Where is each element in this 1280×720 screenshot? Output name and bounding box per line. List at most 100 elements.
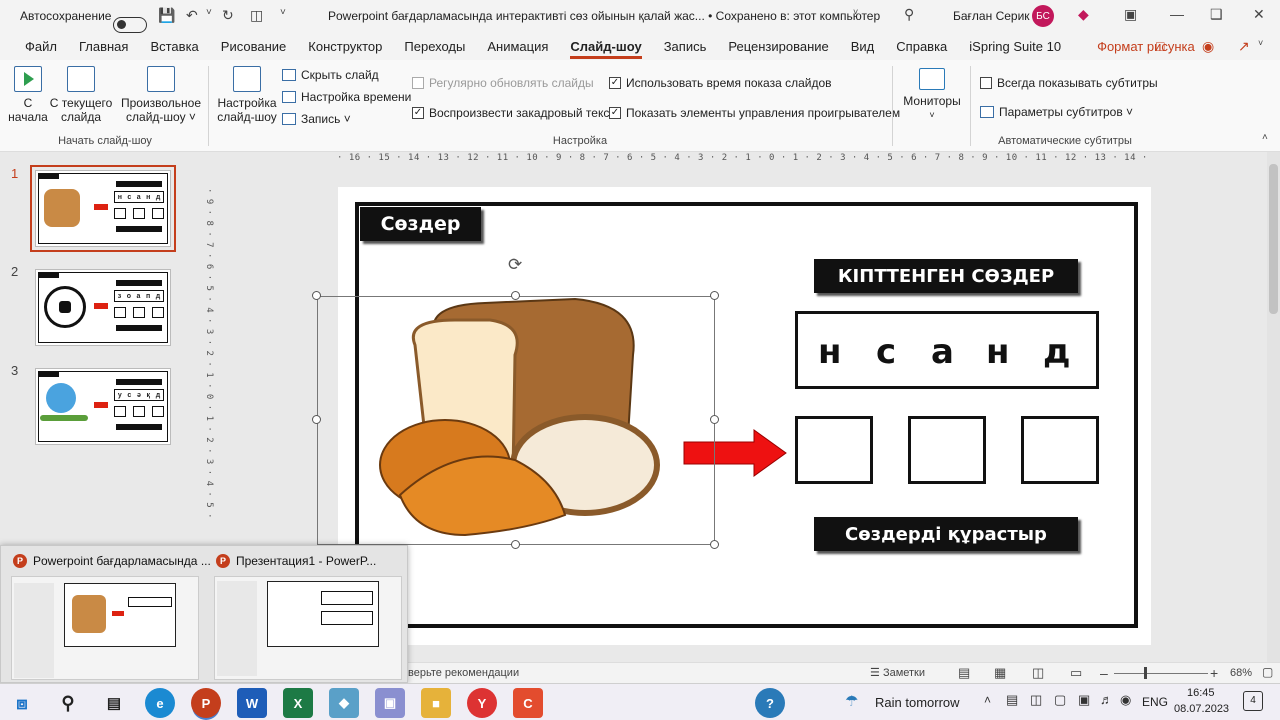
search-icon[interactable]: ⚲ (904, 6, 914, 23)
tab-3[interactable]: Вставка (139, 33, 209, 60)
rotate-handle-icon[interactable]: ⟳ (508, 255, 522, 275)
hide-slide-button[interactable]: Скрыть слайд (282, 68, 379, 82)
always-subtitles-checkbox[interactable]: Всегда показывать субтитры (980, 76, 1158, 90)
zoom-level[interactable]: 68% (1230, 667, 1252, 679)
tab-4[interactable]: Рисование (210, 33, 297, 60)
chevron-up-icon[interactable]: ˄ (984, 693, 991, 707)
speaker-icon[interactable]: ♬ (1100, 692, 1113, 707)
slide-header[interactable]: КІПТТЕНГЕН СӨЗДЕР (814, 259, 1078, 293)
tab-14[interactable]: Формат рисунка (1086, 33, 1206, 60)
play-narration-checkbox[interactable]: ✓ Воспроизвести закадровый текст (412, 106, 615, 120)
share-dropdown-icon[interactable]: ˅ (1258, 38, 1263, 48)
preview-window-1[interactable]: P Powerpoint бағдарламасында ... (1, 546, 211, 684)
answer-box-3[interactable] (1021, 416, 1099, 484)
rehearse-timings-button[interactable]: Настройка времени (282, 90, 411, 104)
clock-date[interactable]: 08.07.2023 (1174, 703, 1229, 715)
zoom-in-icon[interactable]: + (1210, 665, 1218, 681)
help-icon[interactable]: ? (755, 688, 785, 718)
weather-icon[interactable]: ☂ (845, 692, 858, 710)
task-view-icon[interactable]: ▤ (99, 688, 129, 718)
normal-view-icon[interactable]: ▤ (958, 665, 970, 681)
slideshow-view-icon[interactable]: ▭ (1070, 665, 1082, 681)
slide-thumbnail-1[interactable]: нсанд (30, 165, 176, 252)
custom-show-button[interactable]: Произвольное слайд-шоу ˅ (120, 66, 202, 124)
comments-icon[interactable]: □ (1156, 38, 1164, 54)
slide-title-tag[interactable]: Сөздер (360, 207, 481, 241)
resize-handle[interactable] (710, 540, 719, 549)
tab-7[interactable]: Анимация (476, 33, 559, 60)
answer-box-2[interactable] (908, 416, 986, 484)
avatar[interactable]: БС (1032, 5, 1054, 27)
picture-selection-box[interactable] (317, 296, 715, 545)
app-icon[interactable]: C (513, 688, 543, 718)
reading-view-icon[interactable]: ◫ (1032, 665, 1044, 681)
tab-5[interactable]: Конструктор (297, 33, 393, 60)
tray-icon[interactable]: ▢ (1054, 692, 1066, 708)
windows-start-icon[interactable]: ⧈ (7, 688, 37, 718)
tab-1[interactable]: Файл (14, 33, 68, 60)
horizontal-ruler[interactable]: · 16 · 15 · 14 · 13 · 12 · 11 · 10 · 9 ·… (337, 153, 1152, 168)
language-indicator[interactable]: ENG (1142, 695, 1168, 709)
word-icon[interactable]: W (237, 688, 267, 718)
app-icon[interactable]: ◆ (329, 688, 359, 718)
undo-icon[interactable]: ↶ (186, 7, 198, 24)
record-button[interactable]: Запись ˅ (282, 112, 351, 126)
answer-box-1[interactable] (795, 416, 873, 484)
tray-icon[interactable]: ◫ (1030, 692, 1042, 708)
premium-icon[interactable]: ◆ (1078, 6, 1089, 23)
tab-10[interactable]: Рецензирование (717, 33, 839, 60)
resize-handle[interactable] (312, 415, 321, 424)
from-current-button[interactable]: С текущего слайда (48, 66, 114, 124)
undo-dropdown-icon[interactable]: ˅ (206, 7, 212, 18)
search-taskbar-icon[interactable]: ⚲ (53, 688, 83, 718)
minimize-icon[interactable]: — (1170, 6, 1184, 22)
tab-11[interactable]: Вид (840, 33, 886, 60)
user-name[interactable]: Бағлан Серик (953, 9, 1030, 23)
scrollbar-thumb[interactable] (1269, 164, 1278, 314)
slide-thumbnail-3[interactable]: усәқд (35, 368, 171, 445)
powerpoint-taskbar-icon[interactable]: P (191, 688, 221, 718)
share-icon[interactable]: ↗ (1238, 38, 1250, 55)
customize-toolbar-icon[interactable]: ˅ (280, 7, 286, 18)
edge-icon[interactable]: e (145, 688, 175, 718)
ribbon-display-icon[interactable]: ▣ (1124, 6, 1137, 23)
setup-show-button[interactable]: Настройка слайд-шоу (216, 66, 278, 124)
maximize-icon[interactable]: ❑ (1210, 6, 1223, 23)
record-icon[interactable]: ◉ (1202, 38, 1214, 55)
resize-handle[interactable] (710, 415, 719, 424)
subtitle-settings-button[interactable]: Параметры субтитров ˅ (980, 105, 1133, 119)
tab-2[interactable]: Главная (68, 33, 139, 60)
show-controls-checkbox[interactable]: ✓ Показать элементы управления проигрыват… (609, 106, 900, 120)
title-dropdown-icon[interactable]: ˅ (853, 7, 858, 17)
clock-time[interactable]: 16:45 (1187, 687, 1215, 699)
slide-sorter-icon[interactable]: ▦ (994, 665, 1006, 681)
zoom-slider[interactable] (1114, 673, 1208, 674)
letters-box[interactable]: н с а н д (795, 311, 1099, 389)
monitors-button[interactable]: Мониторы ˅ (900, 68, 964, 122)
close-icon[interactable]: ✕ (1253, 6, 1265, 23)
resize-handle[interactable] (710, 291, 719, 300)
network-icon[interactable]: ◉ (1120, 692, 1131, 708)
excel-icon[interactable]: X (283, 688, 313, 718)
preview-window-2[interactable]: P Презентация1 - PowerP... (204, 546, 404, 684)
weather-text[interactable]: Rain tomorrow (875, 695, 960, 710)
use-timings-checkbox[interactable]: ✓ Использовать время показа слайдов (609, 76, 832, 90)
slide-thumbnail-2[interactable]: зоапд (35, 269, 171, 346)
presentation-icon[interactable]: ◫ (250, 7, 263, 24)
from-start-button[interactable]: С начала (8, 66, 48, 124)
yandex-icon[interactable]: Y (467, 688, 497, 718)
vertical-scrollbar[interactable] (1267, 152, 1280, 662)
zoom-out-icon[interactable]: – (1100, 665, 1108, 681)
tab-6[interactable]: Переходы (393, 33, 476, 60)
notifications-icon[interactable]: 4 (1243, 691, 1263, 711)
app-icon[interactable]: ▣ (375, 688, 405, 718)
resize-handle[interactable] (312, 291, 321, 300)
tab-8[interactable]: Слайд-шоу (559, 33, 652, 60)
resize-handle[interactable] (511, 540, 520, 549)
redo-icon[interactable]: ↻ (222, 7, 234, 24)
tray-icon[interactable]: ▤ (1006, 692, 1018, 708)
tab-12[interactable]: Справка (885, 33, 958, 60)
tab-13[interactable]: iSpring Suite 10 (958, 33, 1072, 60)
zoom-slider-thumb[interactable] (1144, 667, 1147, 679)
fit-slide-icon[interactable]: ▢ (1262, 665, 1273, 679)
